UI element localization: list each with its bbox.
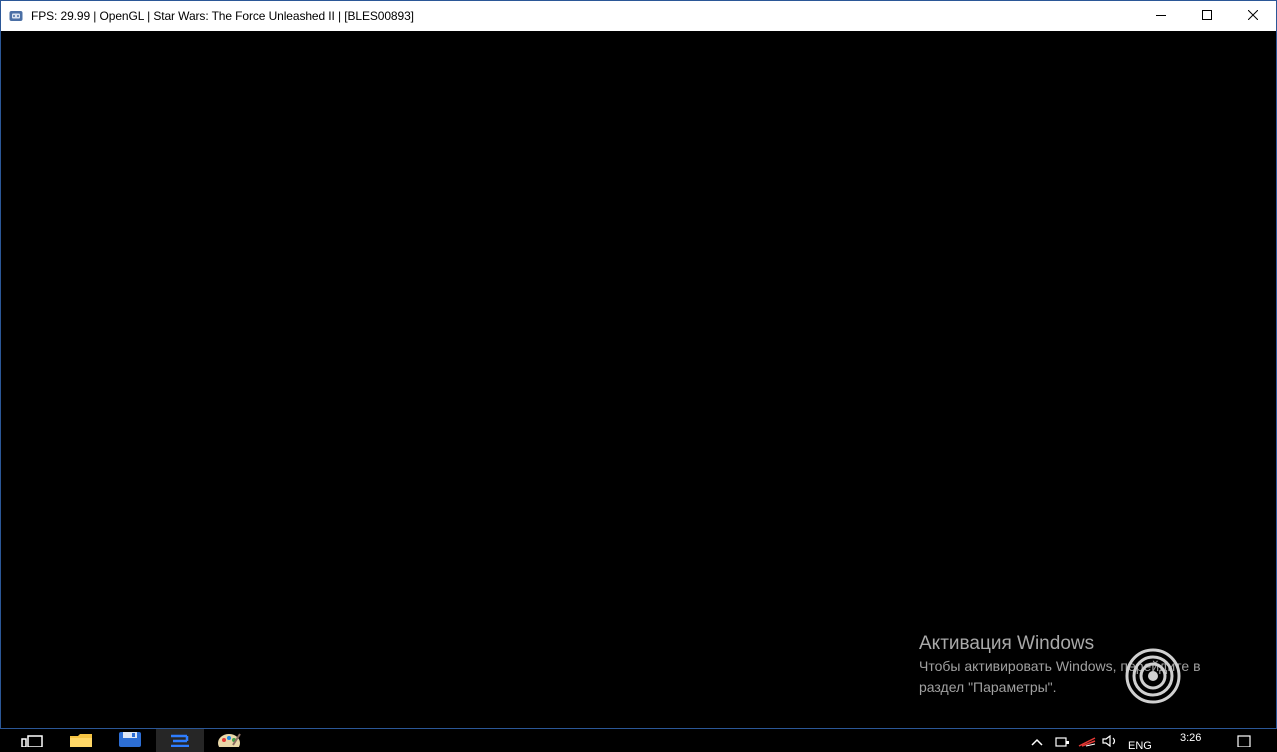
paint-icon <box>217 731 241 752</box>
notification-icon <box>1237 734 1251 752</box>
language-indicator[interactable]: ENG <box>1128 740 1152 752</box>
file-explorer-icon <box>69 733 93 752</box>
action-center-button[interactable] <box>1234 729 1254 752</box>
network-tray-button[interactable] <box>1052 729 1072 752</box>
file-explorer-button[interactable] <box>64 729 98 752</box>
red-lines-tray-icon <box>1078 734 1096 752</box>
network-icon <box>1054 734 1070 752</box>
task-view-button[interactable] <box>16 729 48 752</box>
close-button[interactable] <box>1230 1 1276 31</box>
volume-tray-button[interactable] <box>1100 729 1120 752</box>
app-tray-button[interactable] <box>1076 729 1098 752</box>
show-hidden-icons-button[interactable] <box>1028 729 1046 752</box>
emulator-window: FPS: 29.99 | OpenGL | Star Wars: The For… <box>0 0 1277 729</box>
task-view-icon <box>21 734 43 752</box>
minimize-icon <box>1156 7 1166 25</box>
speaker-icon <box>1102 734 1118 752</box>
minimize-button[interactable] <box>1138 1 1184 31</box>
rpcs3-taskbar-button[interactable] <box>162 729 198 752</box>
maximize-icon <box>1202 7 1212 25</box>
title-bar[interactable]: FPS: 29.99 | OpenGL | Star Wars: The For… <box>1 1 1276 31</box>
close-icon <box>1247 7 1259 25</box>
save-disk-button[interactable] <box>113 729 147 752</box>
overlay-target-icon[interactable] <box>1125 648 1181 704</box>
paint-button[interactable] <box>212 729 246 752</box>
rpcs3-app-icon[interactable] <box>9 9 23 23</box>
game-viewport[interactable] <box>1 31 1276 728</box>
rpcs3-icon <box>167 733 193 752</box>
taskbar: ENG 3:26 <box>0 729 1277 752</box>
caption-buttons <box>1138 1 1276 31</box>
maximize-button[interactable] <box>1184 1 1230 31</box>
clock-time[interactable]: 3:26 <box>1180 732 1201 744</box>
chevron-up-icon <box>1031 734 1043 752</box>
window-title: FPS: 29.99 | OpenGL | Star Wars: The For… <box>31 9 414 23</box>
save-disk-icon <box>118 731 142 752</box>
